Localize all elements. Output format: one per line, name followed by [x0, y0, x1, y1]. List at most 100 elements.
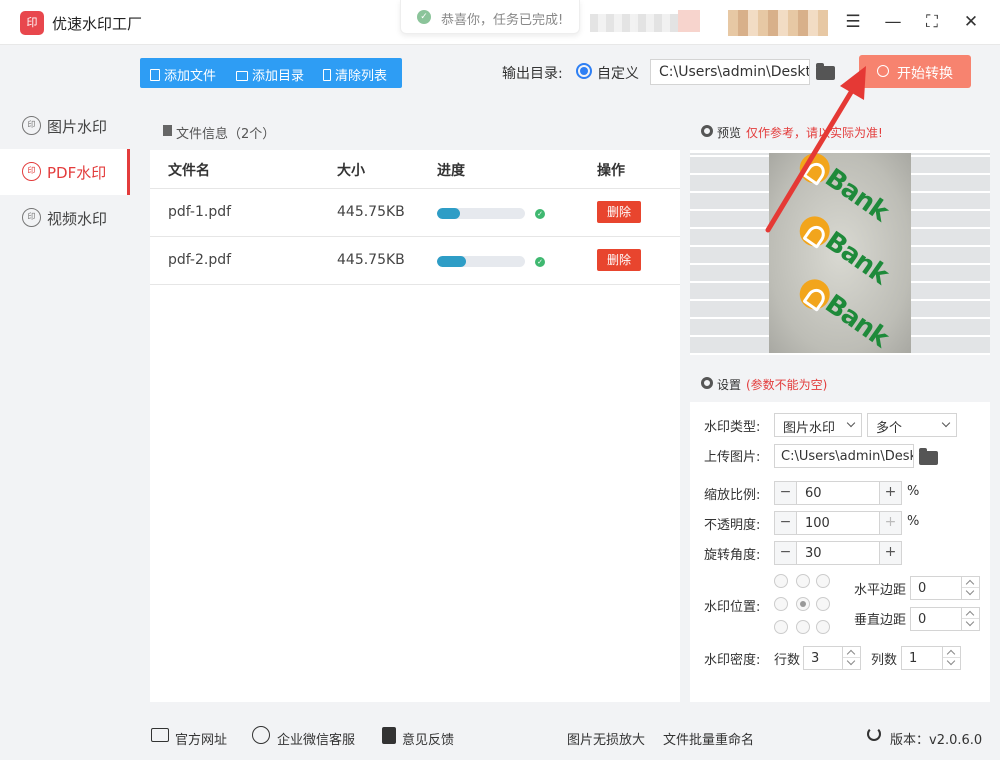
feedback-link[interactable]: 意见反馈	[402, 729, 454, 748]
spin-arrows[interactable]	[961, 577, 979, 599]
stamp-icon: 印	[22, 208, 41, 227]
menu-icon[interactable]: ☰	[841, 10, 865, 34]
watermark-count-select[interactable]: 多个	[867, 413, 957, 437]
sidebar-item-video-watermark[interactable]: 印 视频水印	[0, 195, 130, 241]
rows-value: 3	[811, 651, 820, 666]
delete-button[interactable]: 删除	[597, 249, 641, 271]
maximize-icon[interactable]: ⛶	[920, 10, 944, 34]
rows-input[interactable]: 3	[803, 646, 861, 670]
custom-dir-radio[interactable]	[576, 63, 592, 79]
percent-unit: %	[907, 484, 920, 499]
blurred-avatar	[728, 10, 828, 36]
file-icon	[150, 69, 160, 81]
sidebar: 印 图片水印 印 PDF水印 印 视频水印	[0, 45, 130, 710]
check-icon: ✓	[535, 209, 545, 219]
document-icon	[163, 125, 172, 136]
add-directory-button[interactable]: 添加目录	[236, 65, 304, 84]
wechat-icon	[252, 726, 270, 744]
gear-icon	[701, 125, 713, 137]
spin-arrows[interactable]	[942, 647, 960, 669]
v-margin-value: 0	[918, 612, 927, 627]
settings-panel: 设置 (参数不能为空) 水印类型: 图片水印 多个 上传图片: C:\Users…	[690, 364, 990, 702]
website-icon	[151, 728, 169, 742]
cols-value: 1	[909, 651, 918, 666]
file-panel-title: 文件信息（2个）	[176, 127, 276, 142]
sidebar-item-image-watermark[interactable]: 印 图片水印	[0, 103, 130, 149]
wechat-support-link[interactable]: 企业微信客服	[277, 729, 355, 748]
position-label: 水印位置:	[704, 600, 761, 615]
stamp-icon: 印	[22, 162, 41, 181]
clear-list-button[interactable]: 清除列表	[323, 65, 387, 84]
start-convert-label: 开始转换	[897, 66, 953, 82]
success-toast: ✓ 恭喜你，任务已完成!	[400, 0, 580, 34]
increment-button[interactable]: +	[879, 542, 901, 564]
upload-image-path[interactable]: C:\Users\admin\Desktop	[774, 444, 914, 468]
percent-unit: %	[907, 514, 920, 529]
upload-image-label: 上传图片:	[704, 450, 761, 465]
lossless-enlarge-link[interactable]: 图片无损放大	[567, 729, 645, 748]
position-bottom-left[interactable]	[774, 620, 788, 634]
sidebar-item-pdf-watermark[interactable]: 印 PDF水印	[0, 149, 130, 195]
position-top-right[interactable]	[816, 574, 830, 588]
decrement-button[interactable]: −	[775, 512, 797, 534]
annotation-arrow	[765, 66, 866, 233]
sidebar-item-label: 视频水印	[47, 210, 108, 228]
position-bottom-center[interactable]	[796, 620, 810, 634]
cols-label: 列数	[871, 653, 898, 668]
scale-value[interactable]: 60	[805, 486, 822, 501]
batch-rename-link[interactable]: 文件批量重命名	[663, 729, 754, 748]
position-top-center[interactable]	[796, 574, 810, 588]
position-middle-right[interactable]	[816, 597, 830, 611]
minimize-icon[interactable]: —	[881, 10, 905, 34]
close-icon[interactable]: ✕	[959, 10, 983, 34]
decrement-button[interactable]: −	[775, 542, 797, 564]
v-margin-input[interactable]: 0	[910, 607, 980, 631]
clear-list-label: 清除列表	[335, 69, 388, 84]
progress-bar	[437, 208, 525, 219]
position-top-left[interactable]	[774, 574, 788, 588]
file-list-panel: 文件信息（2个） 文件名 大小 进度 操作 pdf-1.pdf 445.75KB…	[150, 112, 680, 702]
scale-stepper[interactable]: − 60 +	[774, 481, 902, 505]
gear-icon	[701, 377, 713, 389]
h-margin-input[interactable]: 0	[910, 576, 980, 600]
folder-icon	[236, 71, 248, 81]
add-file-button[interactable]: 添加文件	[150, 65, 216, 84]
settings-title: 设置	[717, 378, 742, 392]
rotate-stepper[interactable]: − 30 +	[774, 541, 902, 565]
position-middle-left[interactable]	[774, 597, 788, 611]
output-dir-label: 输出目录:	[502, 66, 563, 82]
watermark-type-select[interactable]: 图片水印	[774, 413, 862, 437]
custom-dir-radio-label[interactable]: 自定义	[597, 63, 639, 83]
cols-input[interactable]: 1	[901, 646, 961, 670]
file-size: 445.75KB	[337, 252, 405, 268]
decrement-button[interactable]: −	[775, 482, 797, 504]
column-header-name: 文件名	[168, 163, 210, 179]
sidebar-item-label: PDF水印	[47, 164, 107, 182]
increment-button[interactable]: +	[879, 512, 901, 534]
file-toolbar: 添加文件 添加目录 清除列表	[140, 58, 402, 88]
chevron-down-icon	[846, 418, 856, 428]
app-title: 优速水印工厂	[52, 15, 143, 33]
position-center[interactable]	[796, 597, 810, 611]
opacity-stepper[interactable]: − 100 +	[774, 511, 902, 535]
increment-button[interactable]: +	[879, 482, 901, 504]
spin-arrows[interactable]	[842, 647, 860, 669]
column-header-progress: 进度	[437, 163, 465, 179]
opacity-value[interactable]: 100	[805, 516, 830, 531]
title-bar: 印 优速水印工厂 ✓ 恭喜你，任务已完成! ☰ — ⛶ ✕	[0, 0, 1000, 45]
delete-button[interactable]: 删除	[597, 201, 641, 223]
sidebar-item-label: 图片水印	[47, 118, 108, 136]
preview-title: 预览	[717, 126, 742, 140]
blurred-user-info	[590, 10, 700, 32]
watermark-type-value: 图片水印	[783, 421, 836, 436]
watermark-count-value: 多个	[876, 421, 903, 436]
add-file-label: 添加文件	[164, 69, 217, 84]
browse-folder-icon[interactable]	[919, 448, 938, 465]
website-link[interactable]: 官方网址	[175, 729, 227, 748]
rotate-value[interactable]: 30	[805, 546, 822, 561]
position-bottom-right[interactable]	[816, 620, 830, 634]
app-logo-icon: 印	[20, 11, 44, 35]
spin-arrows[interactable]	[961, 608, 979, 630]
settings-header: 设置 (参数不能为空)	[690, 364, 990, 402]
refresh-icon[interactable]	[867, 727, 881, 741]
